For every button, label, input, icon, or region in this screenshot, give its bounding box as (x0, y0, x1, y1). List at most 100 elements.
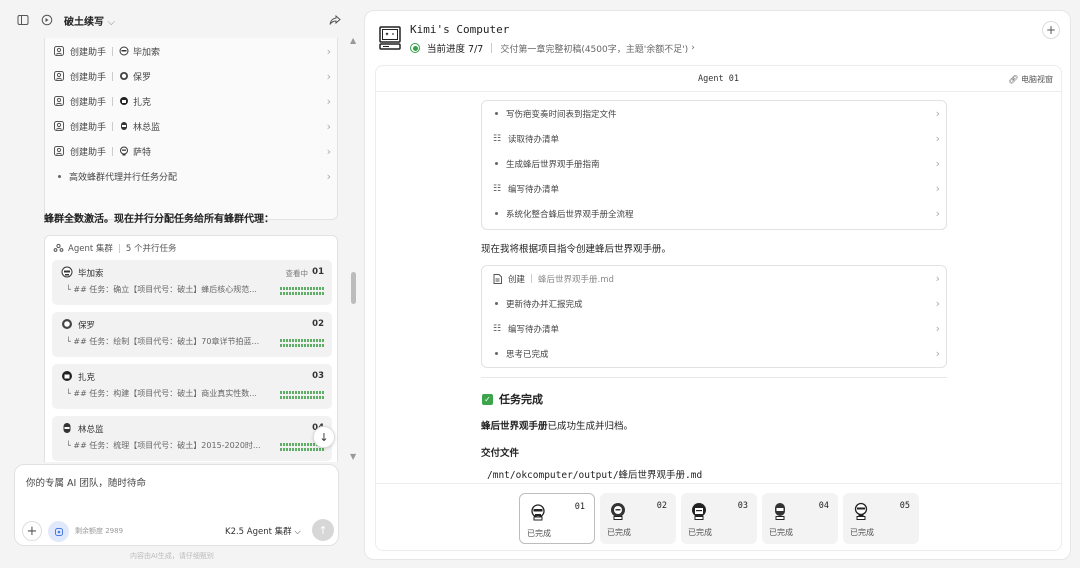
step-item[interactable]: 生成蜂后世界观手册指南 › (490, 151, 940, 176)
picasso-avatar (61, 266, 73, 278)
remaining-quota: 剩余额度 2989 (75, 527, 124, 535)
link-icon: 🔗︎ (1008, 75, 1019, 84)
assistant-icon (53, 146, 64, 157)
step-item[interactable]: 创建 蜂后世界观手册.md › (490, 266, 940, 291)
file-icon (492, 273, 502, 284)
message-input-box[interactable]: 你的专属 AI 团队，随时待命 + 剩余额度 2989 K2.5 Agent 集… (14, 464, 339, 546)
agent-card[interactable]: 保罗 02 └ ## 任务：绘制【项目代号：破土】70章详节拍蓝... (52, 312, 332, 357)
share-icon[interactable] (328, 13, 341, 26)
step-item[interactable]: ☷ 编写待办清单 › (490, 176, 940, 201)
creation-item[interactable]: 创建助手 扎克 › (53, 89, 333, 113)
agent-number: 03 (312, 371, 324, 381)
step-item[interactable]: ☷ 读取待办清单 › (490, 126, 940, 151)
lin-avatar (63, 423, 71, 433)
agent-status: 已完成 (850, 528, 874, 537)
sidebar-toggle-icon[interactable] (16, 13, 29, 26)
computer-view-link[interactable]: 🔗︎ 电脑视窗 (1008, 74, 1053, 85)
zach-avatar (120, 97, 129, 105)
agent-tab-05[interactable]: 05 已完成 (843, 493, 919, 544)
chevron-right-icon: › (935, 322, 940, 335)
agent-tab-01[interactable]: 01 已完成 (519, 493, 595, 544)
creation-item[interactable]: 创建助手 保罗 › (53, 64, 333, 88)
agent-message: 现在我将根据项目指令创建蜂后世界观手册。 (481, 244, 672, 255)
send-button[interactable]: ↑ (312, 519, 334, 541)
new-chat-icon[interactable] (40, 13, 53, 26)
creation-item[interactable]: 创建助手 萨特 › (53, 139, 333, 163)
chevron-right-icon: › (326, 94, 331, 108)
creation-item[interactable]: 创建助手 林总监 › (53, 114, 333, 138)
agent-card[interactable]: 毕加索 查看中 01 └ ## 任务：确立【项目代号：破土】蜂后核心规范... (52, 260, 332, 305)
agent-card[interactable]: 林总监 04 └ ## 任务：梳理【项目代号：破土】2015-2020时... (52, 416, 332, 461)
agent-name: 林总监 (78, 425, 104, 435)
task-complete-heading: ✓ 任务完成 (482, 391, 543, 407)
completion-message: 蜂后世界观手册已成功生成并归档。 (481, 421, 634, 432)
chat-panel: 破土续写 ⌵ 创建助手 毕加索 › 创建助手 保罗 › 创建助手 扎克 › 创建… (0, 0, 362, 568)
agent-status: 已完成 (527, 529, 551, 538)
chevron-right-icon: › (935, 347, 940, 360)
agent-status: 已完成 (769, 528, 793, 537)
agent-name: 扎克 (78, 373, 96, 383)
sartre-avatar (120, 146, 129, 156)
swarm-icon (53, 243, 64, 252)
progress-row[interactable]: 当前进度 7/7 交付第一章完整初稿(4500字，主题'余额不足') › (410, 41, 695, 55)
step-item[interactable]: 写伤疤变奏时间表到指定文件 › (490, 101, 940, 126)
agent-number: 02 (312, 319, 324, 329)
assistant-name: 扎克 (133, 97, 152, 108)
creation-action: 创建助手 (70, 122, 107, 133)
chat-scroll-area[interactable]: 创建助手 毕加索 › 创建助手 保罗 › 创建助手 扎克 › 创建助手 林总监 … (14, 38, 350, 462)
scroll-up-arrow-icon[interactable]: ▲ (350, 36, 356, 45)
agent-task: └ ## 任务：确立【项目代号：破土】蜂后核心规范... (66, 285, 257, 294)
agent-tab-02[interactable]: 02 已完成 (600, 493, 676, 544)
message-input[interactable]: 你的专属 AI 团队，随时待命 (26, 475, 146, 489)
chevron-right-icon: › (935, 107, 940, 120)
chevron-right-icon: › (935, 132, 940, 145)
scroll-down-arrow-icon[interactable]: ▼ (350, 452, 356, 461)
step-list: 创建 蜂后世界观手册.md › 更新待办并汇报完成 › ☷ 编写待办清单 › 思考已完成… (481, 265, 947, 368)
arrow-up-icon: ↑ (318, 523, 328, 537)
chevron-right-icon: › (326, 44, 331, 58)
assistant-name: 萨特 (133, 147, 152, 158)
agent-tab-04[interactable]: 04 已完成 (762, 493, 838, 544)
creation-action: 创建助手 (70, 147, 107, 158)
assistant-name: 保罗 (133, 72, 152, 83)
step-item[interactable]: 思考已完成 › (490, 341, 940, 366)
agent-tab-03[interactable]: 03 已完成 (681, 493, 757, 544)
agent-view: Agent 01 🔗︎ 电脑视窗 写伤疤变奏时间表到指定文件 › ☷ 读取待办清单 ›… (375, 65, 1062, 551)
chevron-right-icon: › (326, 69, 331, 83)
bullet-icon (495, 352, 498, 355)
agent-switcher: 01 已完成 02 已完成 03 已完成 04 已完成 05 已完成 (376, 483, 1061, 550)
agent-view-header: Agent 01 🔗︎ 电脑视窗 (376, 66, 1061, 92)
checklist-icon: ☷ (492, 323, 502, 334)
assistant-icon (53, 121, 64, 132)
sartre-avatar (854, 502, 868, 520)
lin-avatar (775, 503, 785, 520)
chevron-right-icon: › (935, 207, 940, 220)
agent-card[interactable]: 扎克 03 └ ## 任务：构建【项目代号：破土】商业真实性数... (52, 364, 332, 409)
computer-title: Kimi's Computer (410, 23, 510, 36)
add-button[interactable]: + (1042, 21, 1060, 39)
creation-item[interactable]: 创建助手 毕加索 › (53, 39, 333, 63)
paul-avatar (120, 72, 129, 80)
step-item[interactable]: 系统化整合蜂后世界观手册全流程 › (490, 201, 940, 226)
agent-status: 已完成 (688, 528, 712, 537)
chevron-right-icon: › (935, 297, 940, 310)
lin-avatar (121, 122, 128, 130)
conversation-title[interactable]: 破土续写 ⌵ (64, 13, 115, 28)
attach-button[interactable]: + (22, 521, 42, 541)
agent-number: 05 (899, 501, 910, 511)
agent-swarm-card: Agent 集群 5 个并行任务 毕加索 查看中 01 └ ## 任务：确立【项… (44, 235, 338, 462)
quota-icon[interactable] (48, 521, 69, 542)
creation-action: 创建助手 (70, 72, 107, 83)
swarm-dispatch-item[interactable]: 高效蜂群代理并行任务分配 › (53, 164, 333, 188)
paul-avatar (611, 503, 625, 520)
swarm-dispatch-label: 高效蜂群代理并行任务分配 (69, 172, 178, 183)
agent-number: 01 (574, 502, 585, 512)
picasso-avatar (531, 504, 545, 521)
computer-icon (379, 26, 401, 50)
model-selector[interactable]: K2.5 Agent 集群 ⌵ (225, 525, 301, 537)
scroll-to-bottom-button[interactable]: ↓ (313, 426, 335, 448)
step-item[interactable]: 更新待办并汇报完成 › (490, 291, 940, 316)
scrollbar-thumb[interactable] (351, 272, 356, 304)
step-item[interactable]: ☷ 编写待办清单 › (490, 316, 940, 341)
creation-action: 创建助手 (70, 97, 107, 108)
